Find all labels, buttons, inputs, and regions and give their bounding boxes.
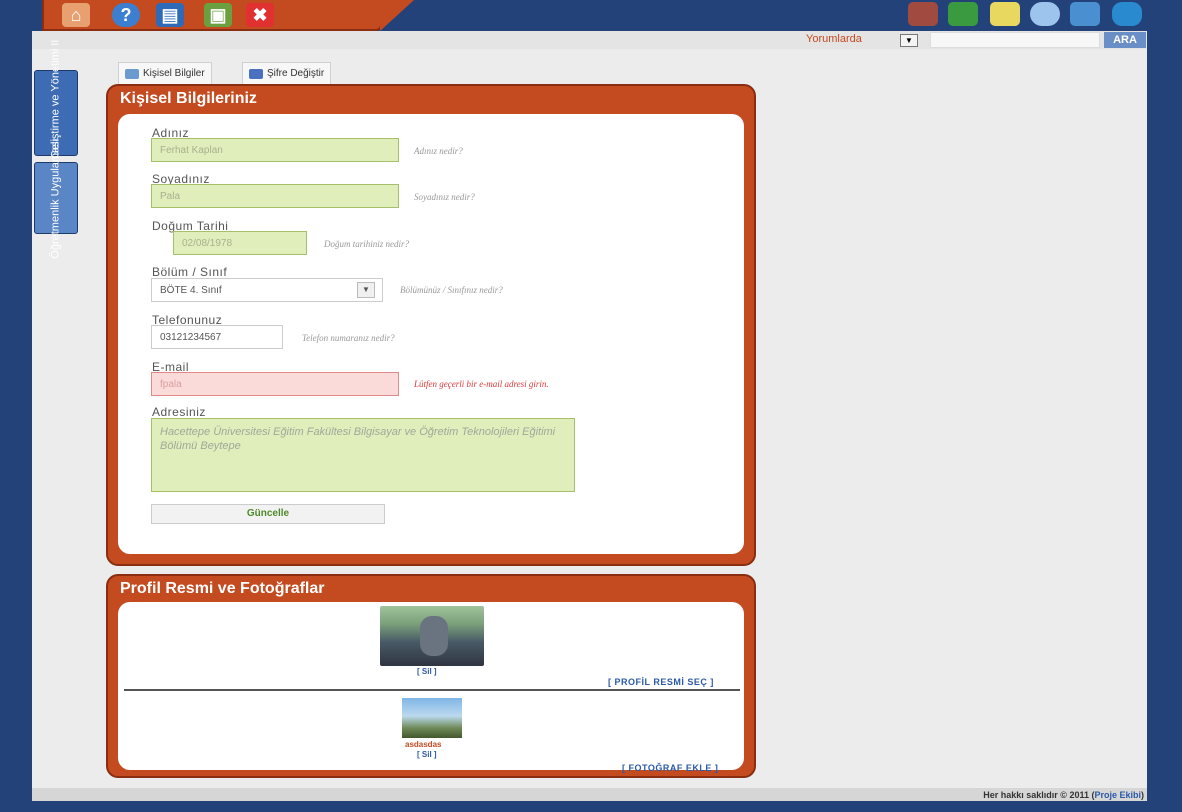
panel-title: Kişisel Bilgileriniz	[120, 90, 257, 107]
notes-icon[interactable]	[990, 2, 1020, 26]
print-icon[interactable]: ▣	[204, 3, 232, 27]
department-select[interactable]: BÖTE 4. Sınıf	[151, 278, 383, 302]
email-error: Lütfen geçerli bir e-mail adresi girin.	[414, 379, 549, 389]
chevron-down-icon[interactable]: ▼	[357, 282, 375, 298]
name-hint: Adınız nedir?	[414, 146, 463, 156]
scope-dropdown-button[interactable]: ▼	[900, 34, 918, 47]
profile-photo[interactable]	[380, 606, 484, 666]
search-input[interactable]	[930, 32, 1100, 48]
divider	[124, 689, 740, 691]
top-bar: ⌂ ? ▤ ▣ ✖	[0, 0, 1182, 31]
media-icon[interactable]	[1070, 2, 1100, 26]
chat-icon[interactable]	[1030, 2, 1060, 26]
panel-title: Profil Resmi ve Fotoğraflar	[120, 580, 325, 597]
update-button[interactable]: Güncelle	[151, 504, 385, 524]
photo-delete-link[interactable]: [ Sil ]	[417, 750, 437, 759]
arrows-icon[interactable]	[1112, 2, 1142, 26]
birth-hint: Doğum tarihiniz nedir?	[324, 239, 410, 249]
surname-field[interactable]: Pala	[151, 184, 399, 208]
phone-field[interactable]: 03121234567	[151, 325, 283, 349]
surname-hint: Soyadınız nedir?	[414, 192, 475, 202]
tab-change-password[interactable]: Şifre Değiştir	[242, 62, 332, 84]
birth-field[interactable]: 02/08/1978	[173, 231, 307, 255]
department-hint: Bölümünüz / Sınıfınız nedir?	[400, 285, 503, 295]
books-icon[interactable]	[948, 2, 978, 26]
photo-caption: asdasdas	[405, 740, 442, 749]
tab-personal-info[interactable]: Kişisel Bilgiler	[118, 62, 212, 84]
name-field[interactable]: Ferhat Kaplan	[151, 138, 399, 162]
key-icon	[249, 68, 263, 79]
graduation-icon[interactable]	[908, 2, 938, 26]
team-link[interactable]: Proje Ekibi	[1094, 790, 1141, 800]
profile-delete-link[interactable]: [ Sil ]	[417, 667, 437, 676]
help-icon[interactable]: ?	[112, 3, 140, 27]
address-label: Adresiniz	[152, 405, 206, 419]
add-photo-link[interactable]: [ FOTOĞRAF EKLE ]	[622, 763, 718, 773]
id-card-icon	[125, 68, 139, 79]
address-field[interactable]: Hacettepe Üniversitesi Eğitim Fakültesi …	[151, 418, 575, 492]
email-field[interactable]: fpala	[151, 372, 399, 396]
select-profile-link[interactable]: [ PROFİL RESMİ SEÇ ]	[608, 677, 714, 687]
top-icon-tab: ⌂ ? ▤ ▣ ✖	[42, 0, 414, 31]
close-icon[interactable]: ✖	[246, 3, 274, 27]
footer	[32, 788, 1147, 801]
home-icon[interactable]: ⌂	[62, 3, 90, 27]
profile-card-icon[interactable]: ▤	[156, 3, 184, 27]
copyright: Her hakkı saklıdır © 2011 (Proje Ekibi)	[983, 790, 1144, 800]
department-label: Bölüm / Sınıf	[152, 265, 228, 279]
phone-hint: Telefon numaranız nedir?	[302, 333, 395, 343]
sidebar-tab-teaching[interactable]: Öğretmenlik Uygulaması	[34, 138, 78, 258]
sidebar-tab-label: Öğretmenlik Uygulaması	[49, 137, 62, 259]
search-scope-label[interactable]: Yorumlarda	[806, 33, 862, 45]
search-button[interactable]: ARA	[1104, 32, 1146, 48]
gallery-photo[interactable]	[402, 698, 462, 738]
